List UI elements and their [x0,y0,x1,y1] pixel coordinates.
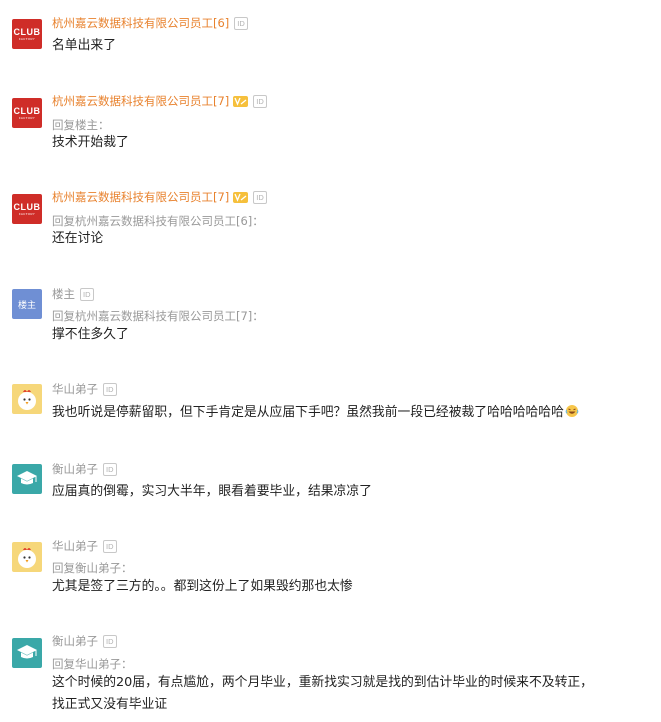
avatar[interactable] [12,464,42,494]
id-badge: ID [103,634,117,648]
comment-item: CLUB FACTORY 杭州嘉云数据科技有限公司员工[6] ID 名单出来了 [0,0,661,80]
avatar[interactable]: CLUB FACTORY [12,19,42,49]
comment-item: 衡山弟子 ID 应届真的倒霉，实习大半年，眼看着要毕业，结果凉凉了 [0,454,661,534]
comment-meta: 衡山弟子 ID [52,460,117,478]
avatar[interactable] [12,542,42,572]
comment-text: 还在讨论 [52,231,104,246]
graduation-cap-icon [17,471,37,485]
chick-icon [18,390,36,410]
username[interactable]: 杭州嘉云数据科技有限公司员工[6] [52,14,229,32]
club-logo-subtext: FACTORY [18,36,36,41]
comment-item: CLUB FACTORY 杭州嘉云数据科技有限公司员工[7] ID 回复楼主： … [0,80,661,176]
club-logo-subtext: FACTORY [18,211,36,216]
comment-text: 撑不住多久了 [52,327,129,342]
comment-item: 楼主 楼主 ID 回复杭州嘉云数据科技有限公司员工[7]： 撑不住多久了 [0,276,661,374]
username[interactable]: 衡山弟子 [52,460,98,478]
comment-text: 这个时候的20届，有点尴尬，两个月毕业，重新找实习就是找的到估计毕业的时候来不及… [52,672,652,716]
id-badge: ID [253,190,267,204]
id-badge: ID [103,382,117,396]
id-badge: ID [253,94,267,108]
username[interactable]: 华山弟子 [52,380,98,398]
comment-text-line: 找正式又没有毕业证 [52,697,168,712]
id-badge: ID [80,287,94,301]
club-logo-text: CLUB [13,105,41,116]
club-logo-subtext: FACTORY [18,115,36,120]
verified-badge-icon [233,95,249,107]
avatar[interactable] [12,384,42,414]
comment-meta: 华山弟子 ID [52,537,117,555]
comment-text: 应届真的倒霉，实习大半年，眼看着要毕业，结果凉凉了 [52,484,372,499]
club-logo-text: CLUB [13,201,41,212]
username[interactable]: 杭州嘉云数据科技有限公司员工[7] [52,188,229,206]
reply-to[interactable]: 回复衡山弟子： [52,559,133,577]
comment-text-line: 这个时候的20届，有点尴尬，两个月毕业，重新找实习就是找的到估计毕业的时候来不及… [52,675,593,690]
comment-item: 衡山弟子 ID 回复华山弟子： 这个时候的20届，有点尴尬，两个月毕业，重新找实… [0,630,661,722]
comment-text: 我也听说是停薪留职，但下手肯定是从应届下手吧？虽然我前一段已经被裁了哈哈哈哈哈哈 [52,405,564,420]
avatar-label: 楼主 [17,300,36,311]
laughing-emoji-icon [565,405,579,417]
comment-item: 华山弟子 ID 回复衡山弟子： 尤其是签了三方的。。都到这份上了如果毁约那也太惨 [0,534,661,630]
id-badge: ID [234,16,248,30]
comment-meta: 楼主 ID [52,285,94,303]
id-badge: ID [103,462,117,476]
chick-icon [18,548,36,568]
comment-body: 我也听说是停薪留职，但下手肯定是从应届下手吧？虽然我前一段已经被裁了哈哈哈哈哈哈 [52,402,652,424]
comment-meta: 杭州嘉云数据科技有限公司员工[7] ID [52,188,267,206]
username[interactable]: 衡山弟子 [52,632,98,650]
comment-meta: 华山弟子 ID [52,380,117,398]
avatar[interactable]: 楼主 [12,289,42,319]
username[interactable]: 楼主 [52,285,75,303]
comment-text: 名单出来了 [52,38,116,53]
username[interactable]: 杭州嘉云数据科技有限公司员工[7] [52,92,229,110]
comment-meta: 杭州嘉云数据科技有限公司员工[7] ID [52,92,267,110]
verified-badge-icon [233,191,249,203]
comment-item: 华山弟子 ID 我也听说是停薪留职，但下手肯定是从应届下手吧？虽然我前一段已经被… [0,374,661,454]
reply-to[interactable]: 回复华山弟子： [52,655,133,673]
comment-meta: 衡山弟子 ID [52,632,117,650]
comment-list: CLUB FACTORY 杭州嘉云数据科技有限公司员工[6] ID 名单出来了 … [0,0,661,722]
graduation-cap-icon [17,645,37,659]
avatar[interactable]: CLUB FACTORY [12,98,42,128]
comment-meta: 杭州嘉云数据科技有限公司员工[6] ID [52,14,248,32]
avatar[interactable]: CLUB FACTORY [12,194,42,224]
comment-text: 尤其是签了三方的。。都到这份上了如果毁约那也太惨 [52,579,353,594]
username[interactable]: 华山弟子 [52,537,98,555]
club-logo-text: CLUB [13,26,41,37]
comment-text: 技术开始裁了 [52,135,129,150]
reply-to[interactable]: 回复杭州嘉云数据科技有限公司员工[7]： [52,307,264,325]
comment-item: CLUB FACTORY 杭州嘉云数据科技有限公司员工[7] ID 回复杭州嘉云… [0,176,661,276]
id-badge: ID [103,539,117,553]
avatar[interactable] [12,638,42,668]
